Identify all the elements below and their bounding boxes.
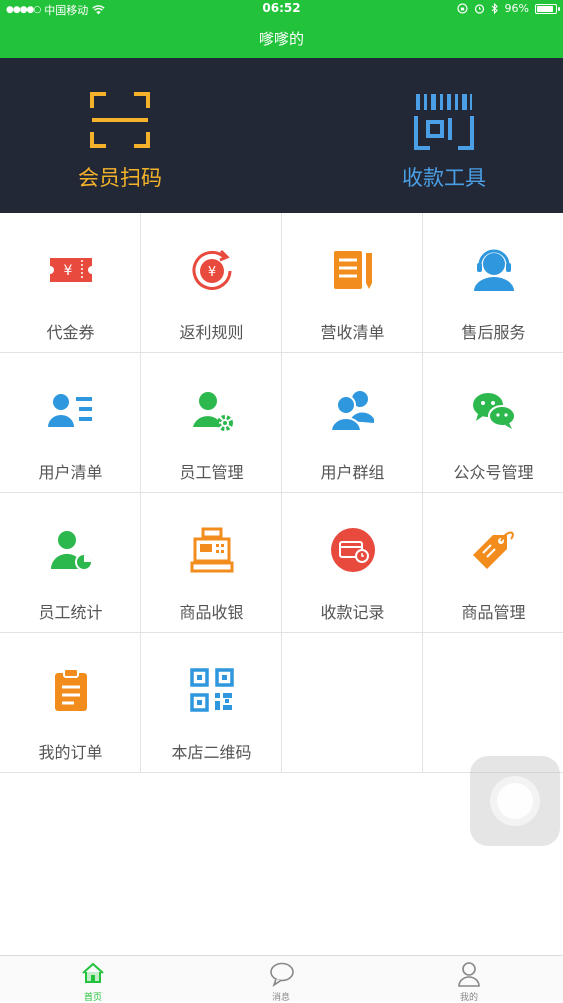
grid-item-rebate-rules[interactable]: ¥ 返利规则 (141, 213, 282, 353)
grid-item-coupon[interactable]: ¥ 代金券 (0, 213, 141, 353)
grid-empty-cell (282, 633, 423, 773)
grid-item-label: 用户群组 (320, 463, 385, 482)
grid-item-payment-records[interactable]: 收款记录 (282, 493, 423, 633)
tab-messages[interactable]: 消息 (241, 956, 321, 1003)
tab-label: 消息 (271, 993, 290, 1003)
grid-item-label: 本店二维码 (171, 743, 252, 762)
person-icon (458, 962, 480, 987)
orientation-lock-icon (456, 3, 468, 14)
barcode-scan-icon (414, 94, 474, 150)
customer-service-icon (474, 249, 514, 291)
grid-item-label: 售后服务 (461, 323, 526, 342)
battery-percent: 96% (504, 2, 529, 15)
grid-item-official-account[interactable]: 公众号管理 (423, 353, 563, 493)
status-bar: ●●●●○ 中国移动 06:52 96% (0, 0, 563, 18)
revenue-list-icon (334, 251, 372, 289)
grid-item-label: 商品管理 (461, 603, 526, 622)
cash-register-icon (190, 527, 234, 573)
grid-item-store-qr-code[interactable]: 本店二维码 (141, 633, 282, 773)
grid-item-label: 公众号管理 (453, 463, 534, 482)
svg-text:¥: ¥ (64, 263, 73, 279)
top-bar: ●●●●○ 中国移动 06:52 96% 嗲嗲的 (0, 0, 563, 58)
staff-settings-icon (193, 392, 233, 431)
grid-item-product-management[interactable]: 商品管理 (423, 493, 563, 633)
user-list-icon (48, 394, 92, 427)
hero-panel: 会员扫码 收款工具 (0, 58, 563, 213)
grid-item-staff-stats[interactable]: 员工统计 (0, 493, 141, 633)
grid-item-revenue-list[interactable]: 营收清单 (282, 213, 423, 353)
coupon-icon: ¥ (50, 258, 92, 282)
order-clipboard-icon (55, 668, 87, 711)
user-group-icon (329, 391, 374, 432)
payment-tools-label: 收款工具 (402, 166, 486, 190)
assistive-touch-button[interactable] (470, 756, 560, 846)
grid-item-staff-management[interactable]: 员工管理 (141, 353, 282, 493)
bluetooth-icon (491, 3, 498, 14)
tab-home[interactable]: 首页 (53, 956, 133, 1003)
grid-empty-cell (423, 633, 563, 773)
grid-item-after-sales[interactable]: 售后服务 (423, 213, 563, 353)
tab-label: 首页 (83, 993, 102, 1003)
member-scan-button[interactable]: 会员扫码 (20, 58, 220, 213)
page-title: 嗲嗲的 (258, 30, 304, 48)
payment-record-icon (331, 528, 375, 572)
grid-item-my-orders[interactable]: 我的订单 (0, 633, 141, 773)
grid-item-user-list[interactable]: 用户清单 (0, 353, 141, 493)
tab-mine[interactable]: 我的 (429, 956, 509, 1003)
rebate-yen-icon: ¥ (192, 249, 232, 290)
member-scan-label: 会员扫码 (78, 166, 162, 190)
grid-item-label: 员工管理 (179, 463, 244, 482)
grid-item-cash-register[interactable]: 商品收银 (141, 493, 282, 633)
wechat-icon (473, 393, 516, 429)
grid-item-user-groups[interactable]: 用户群组 (282, 353, 423, 493)
grid-item-label: 返利规则 (179, 323, 244, 342)
tab-label: 我的 (459, 993, 478, 1003)
staff-stats-icon (50, 531, 93, 571)
qr-code-icon (190, 668, 234, 712)
svg-text:¥: ¥ (208, 265, 216, 280)
grid-item-label: 营收清单 (320, 323, 385, 342)
bottom-tab-bar: 首页 消息 我的 (0, 955, 563, 1003)
scan-frame-icon (90, 92, 150, 148)
alarm-icon (474, 4, 484, 14)
grid-item-label: 员工统计 (38, 603, 103, 622)
price-tag-icon (473, 531, 514, 569)
grid-item-label: 收款记录 (320, 603, 385, 622)
grid-item-label: 用户清单 (38, 463, 103, 482)
grid-item-label: 我的订单 (38, 743, 103, 762)
payment-tools-button[interactable]: 收款工具 (344, 58, 544, 213)
message-bubble-icon (270, 962, 294, 987)
function-grid: ¥ 代金券 ¥ 返利规则 营收清单 售后服务 用户清单 员工管理 用户群组 公众… (0, 213, 563, 775)
home-icon (82, 962, 104, 983)
grid-item-label: 代金券 (46, 323, 95, 342)
grid-item-label: 商品收银 (179, 603, 244, 622)
battery-icon (535, 3, 560, 14)
